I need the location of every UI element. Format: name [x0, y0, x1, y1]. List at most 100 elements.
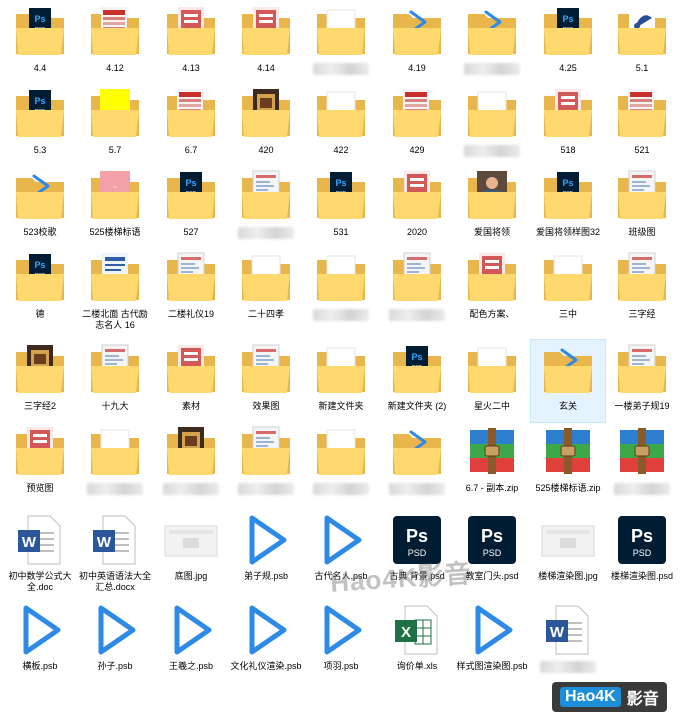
folder-icon: PsPSD — [12, 4, 68, 60]
file-item[interactable] — [605, 422, 679, 504]
file-item[interactable]: 525楼梯标语.zip — [531, 422, 605, 504]
file-item[interactable]: 文化礼仪渲染.psb — [229, 600, 303, 682]
folder-item[interactable]: 效果图 — [229, 340, 303, 422]
folder-item[interactable]: 星火二中 — [455, 340, 529, 422]
folder-item[interactable]: 523校歌 — [3, 166, 77, 248]
folder-item[interactable] — [304, 2, 378, 84]
redacted-label — [238, 227, 294, 239]
folder-item[interactable]: PsPSD 531 — [304, 166, 378, 248]
item-label — [305, 63, 377, 75]
file-item[interactable]: 楼梯渲染图.jpg — [531, 510, 605, 592]
file-item[interactable]: W — [531, 600, 605, 682]
folder-item[interactable]: 4.14 — [229, 2, 303, 84]
item-label: 样式图渲染图.psb — [456, 661, 528, 671]
folder-icon — [540, 342, 596, 398]
item-label: 420 — [258, 145, 274, 155]
folder-item[interactable]: PsPSD 4.4 — [3, 2, 77, 84]
folder-item[interactable]: 2020 — [380, 166, 454, 248]
file-item[interactable]: Ps PSD 楼梯渲染图.psd — [605, 510, 679, 592]
file-item[interactable]: 样式图渲染图.psb — [455, 600, 529, 682]
file-item[interactable]: 底图.jpg — [154, 510, 228, 592]
item-label: 5.3 — [33, 145, 47, 155]
folder-item[interactable]: 十九大 — [78, 340, 152, 422]
folder-item[interactable] — [78, 422, 152, 504]
item-label: 教室门头.psd — [465, 571, 519, 581]
zip-archive-icon — [614, 424, 670, 480]
file-item[interactable]: 横板.psb — [3, 600, 77, 682]
folder-item[interactable] — [229, 166, 303, 248]
folder-item[interactable]: 配色方案、 — [455, 248, 529, 330]
item-label: 一楼弟子规19 — [614, 401, 670, 411]
folder-item[interactable] — [455, 2, 529, 84]
folder-item[interactable]: 429 — [380, 84, 454, 166]
folder-item[interactable]: 一楼弟子规19 — [605, 340, 679, 422]
folder-icon — [238, 342, 294, 398]
svg-text:Ps: Ps — [631, 526, 653, 546]
folder-item[interactable]: PsPSD 爱国将领样图32 — [531, 166, 605, 248]
folder-item[interactable]: 玄关 — [530, 339, 606, 423]
folder-item[interactable]: PsPSD 新建文件夹 (2) — [380, 340, 454, 422]
folder-item[interactable]: 4.19 — [380, 2, 454, 84]
folder-item[interactable] — [229, 422, 303, 504]
file-item[interactable]: W 初中英语语法大全汇总.docx — [78, 510, 152, 592]
item-label: 523校歌 — [23, 227, 57, 237]
folder-icon — [389, 168, 445, 224]
folder-item[interactable]: PsPSD 德 — [3, 248, 77, 330]
folder-item[interactable]: 预览图 — [3, 422, 77, 504]
item-label: 三中 — [558, 309, 577, 319]
folder-item[interactable]: 4.12 — [78, 2, 152, 84]
folder-icon: PsPSD — [12, 86, 68, 142]
folder-item[interactable]: 420 — [229, 84, 303, 166]
file-item[interactable]: 孙子.psb — [78, 600, 152, 682]
folder-item[interactable]: 5.7 — [78, 84, 152, 166]
file-item[interactable]: Ps PSD 古典 背景.psd — [380, 510, 454, 592]
item-label: 楼梯渲染图.jpg — [538, 571, 598, 581]
folder-icon — [87, 424, 143, 480]
item-label: 4.4 — [33, 63, 47, 73]
folder-icon — [313, 4, 369, 60]
folder-item[interactable]: 518 — [531, 84, 605, 166]
folder-item[interactable]: PsPSD 5.3 — [3, 84, 77, 166]
folder-item[interactable] — [154, 422, 228, 504]
folder-item[interactable]: PsPSD 4.25 — [531, 2, 605, 84]
folder-item[interactable]: 422 — [304, 84, 378, 166]
folder-icon — [238, 424, 294, 480]
folder-item[interactable]: 521 — [605, 84, 679, 166]
folder-icon — [313, 424, 369, 480]
file-item[interactable]: 6.7 - 副本.zip — [455, 422, 529, 504]
folder-icon — [389, 4, 445, 60]
item-label: 4.19 — [408, 63, 426, 73]
folder-item[interactable] — [455, 84, 529, 166]
folder-item[interactable]: ~ 525楼梯标语 — [78, 166, 152, 248]
file-item[interactable]: W 初中数学公式大全.doc — [3, 510, 77, 592]
file-item[interactable]: X 询价单.xls — [380, 600, 454, 682]
folder-item[interactable]: 班级图 — [605, 166, 679, 248]
folder-item[interactable] — [304, 422, 378, 504]
folder-item[interactable]: 三中 — [531, 248, 605, 330]
folder-item[interactable] — [304, 248, 378, 330]
folder-item[interactable]: 三字经 — [605, 248, 679, 330]
file-item[interactable]: 弟子规.psb — [229, 510, 303, 592]
file-item[interactable]: 项羽.psb — [304, 600, 378, 682]
folder-item[interactable]: 4.13 — [154, 2, 228, 84]
folder-item[interactable] — [380, 248, 454, 330]
folder-icon: ~ — [87, 168, 143, 224]
folder-item[interactable]: 二十四孝 — [229, 248, 303, 330]
file-item[interactable]: 古代名人.psb — [304, 510, 378, 592]
file-item[interactable]: Ps PSD 教室门头.psd — [455, 510, 529, 592]
folder-item[interactable]: 二楼北面 古代励志名人 16 — [78, 248, 152, 330]
folder-item[interactable] — [380, 422, 454, 504]
folder-item[interactable]: 素材 — [154, 340, 228, 422]
item-label — [305, 309, 377, 321]
folder-item[interactable]: 二楼礼仪19 — [154, 248, 228, 330]
folder-icon — [238, 86, 294, 142]
file-item[interactable]: 王羲之.psb — [154, 600, 228, 682]
item-label: 横板.psb — [22, 661, 58, 671]
folder-item[interactable]: PsPSD 527 — [154, 166, 228, 248]
folder-item[interactable]: 新建文件夹 — [304, 340, 378, 422]
folder-item[interactable]: 5.1 — [605, 2, 679, 84]
svg-text:Ps: Ps — [562, 178, 573, 188]
folder-item[interactable]: 6.7 — [154, 84, 228, 166]
folder-item[interactable]: 爱国将领 — [455, 166, 529, 248]
folder-item[interactable]: 三字经2 — [3, 340, 77, 422]
